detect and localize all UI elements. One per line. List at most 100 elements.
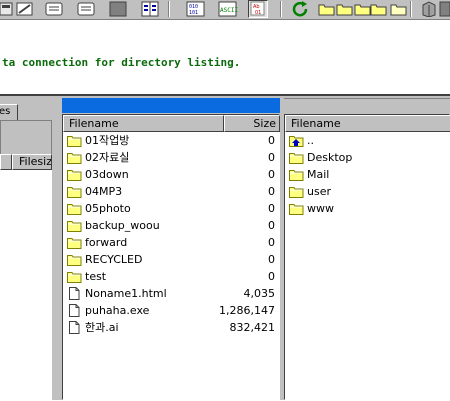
list-item[interactable]: www — [285, 200, 449, 217]
toolbar: 010 101 ASCII Ab 01 — [0, 0, 450, 20]
list-item[interactable]: 한과.ai 832,421 — [63, 319, 279, 336]
list-item[interactable]: 03down 0 — [63, 166, 279, 183]
message-icon[interactable] — [76, 1, 95, 17]
svg-text:ASCII: ASCII — [220, 7, 238, 14]
folder-icon — [67, 185, 82, 198]
folder-icon — [67, 168, 82, 181]
local-file-list[interactable]: Filename Size 01작업방 0 02자료실 0 03down 0 04MP3 0 0… — [62, 114, 280, 400]
list-item[interactable]: test 0 — [63, 268, 279, 285]
folder-icon[interactable] — [370, 1, 387, 17]
file-size: 0 — [268, 168, 275, 181]
list-item[interactable]: 01작업방 0 — [63, 132, 279, 149]
file-size: 0 — [268, 185, 275, 198]
folder-icon — [67, 134, 82, 147]
file-name: 한과.ai — [85, 321, 119, 334]
file-name: www — [307, 202, 334, 215]
file-name: Mail — [307, 168, 330, 181]
file-size: 832,421 — [229, 321, 276, 334]
file-name: test — [85, 270, 107, 283]
left-col-header-blank[interactable] — [0, 154, 12, 170]
file-size: 0 — [268, 253, 275, 266]
local-col-size[interactable]: Size — [224, 115, 280, 132]
list-item[interactable]: 04MP3 0 — [63, 183, 279, 200]
remote-col-filename[interactable]: Filename — [285, 115, 450, 132]
refresh-icon[interactable] — [292, 1, 308, 17]
properties-icon[interactable] — [16, 1, 33, 17]
left-pane: es Filesiz — [0, 96, 56, 401]
file-name: 03down — [85, 168, 129, 181]
folder-icon[interactable] — [354, 1, 371, 17]
file-size: 0 — [268, 202, 275, 215]
svg-text:101: 101 — [189, 10, 198, 16]
folder-icon — [289, 185, 304, 198]
folder-icon[interactable] — [336, 1, 353, 17]
folder-icon — [289, 202, 304, 215]
file-size: 0 — [268, 219, 275, 232]
auto-mode-icon[interactable]: Ab 01 — [248, 0, 268, 18]
file-size: 0 — [268, 151, 275, 164]
connect-icon[interactable] — [0, 1, 16, 17]
folder-icon[interactable] — [318, 1, 335, 17]
file-name: .. — [307, 134, 314, 147]
list-item[interactable]: puhaha.exe 1,286,147 — [63, 302, 279, 319]
log-panel: ta connection for directory listing. — [0, 20, 450, 96]
svg-text:01: 01 — [255, 10, 261, 16]
local-col-filename[interactable]: Filename — [63, 115, 224, 132]
log-line: ta connection for directory listing. — [2, 56, 241, 69]
list-item[interactable]: Desktop — [285, 149, 449, 166]
list-item[interactable]: forward 0 — [63, 234, 279, 251]
remote-pane: Filename .. Desktop Mail user www — [284, 96, 450, 400]
file-icon — [67, 304, 82, 317]
blank-icon[interactable] — [108, 1, 127, 17]
list-item[interactable]: Mail — [285, 166, 449, 183]
left-list[interactable] — [0, 154, 52, 401]
toolbar-edge-icon — [438, 1, 450, 17]
file-name: 01작업방 — [85, 134, 130, 147]
file-name: user — [307, 185, 331, 198]
folder-icon — [67, 219, 82, 232]
list-item[interactable]: user — [285, 183, 449, 200]
left-col-header-filesize[interactable]: Filesiz — [12, 154, 52, 170]
file-icon — [67, 321, 82, 334]
file-panes: es Filesiz Filename Size 01작업방 0 02자료실 0 03d… — [0, 96, 450, 401]
list-item[interactable]: .. — [285, 132, 449, 149]
list-item[interactable]: RECYCLED 0 — [63, 251, 279, 268]
folder-icon — [289, 168, 304, 181]
file-name: backup_woou — [85, 219, 160, 232]
file-size: 0 — [268, 270, 275, 283]
file-name: 05photo — [85, 202, 131, 215]
trash-icon[interactable] — [420, 1, 436, 18]
compare-icon[interactable] — [140, 1, 159, 17]
file-name: 02자료실 — [85, 151, 130, 164]
local-pane: Filename Size 01작업방 0 02자료실 0 03down 0 04MP3 0 0… — [62, 96, 282, 400]
parent-folder-icon — [289, 134, 304, 147]
remote-pane-titlebar[interactable] — [284, 98, 450, 114]
remote-file-list[interactable]: Filename .. Desktop Mail user www — [284, 114, 450, 400]
folder-icon — [67, 202, 82, 215]
file-name: RECYCLED — [85, 253, 143, 266]
list-item[interactable]: backup_woou 0 — [63, 217, 279, 234]
folder-icon — [289, 151, 304, 164]
list-item[interactable]: 05photo 0 — [63, 200, 279, 217]
folder-icon — [67, 253, 82, 266]
message-icon[interactable] — [44, 1, 63, 17]
file-size: 1,286,147 — [219, 304, 275, 317]
blank-icon[interactable] — [390, 1, 407, 17]
file-name: forward — [85, 236, 128, 249]
folder-icon — [67, 151, 82, 164]
file-name: Desktop — [307, 151, 353, 164]
file-size: 4,035 — [243, 287, 276, 300]
folder-icon — [67, 236, 82, 249]
file-icon — [67, 287, 82, 300]
tab-partial[interactable]: es — [0, 104, 18, 120]
folder-icon — [67, 270, 82, 283]
ascii-mode-icon[interactable]: ASCII — [218, 1, 238, 17]
file-name: 04MP3 — [85, 185, 123, 198]
file-size: 0 — [268, 134, 275, 147]
local-pane-titlebar[interactable] — [62, 98, 280, 113]
file-name: puhaha.exe — [85, 304, 150, 317]
binary-mode-icon[interactable]: 010 101 — [186, 1, 205, 17]
list-item[interactable]: Noname1.html 4,035 — [63, 285, 279, 302]
list-item[interactable]: 02자료실 0 — [63, 149, 279, 166]
file-size: 0 — [268, 236, 275, 249]
